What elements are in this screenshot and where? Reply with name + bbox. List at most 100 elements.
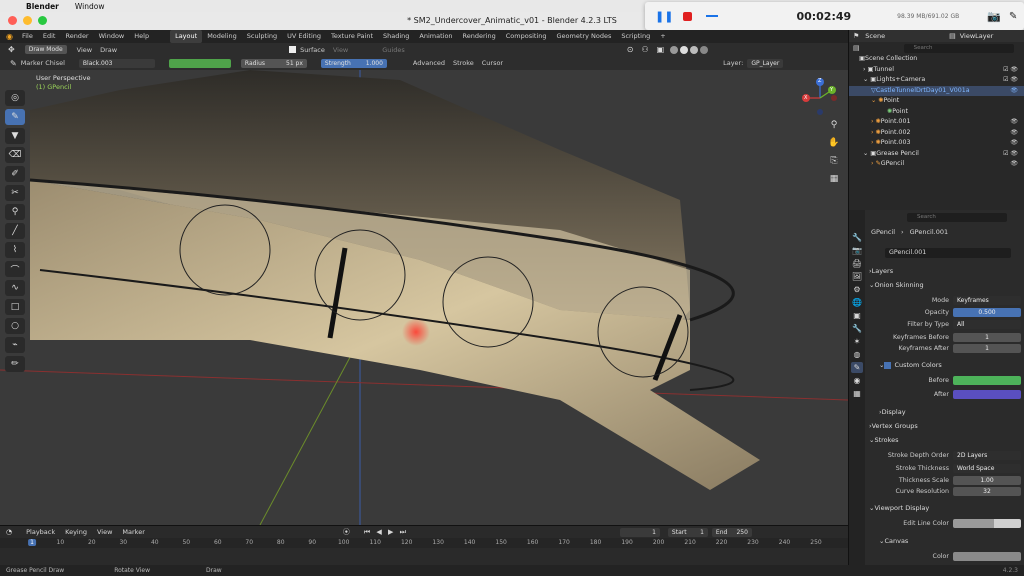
section-layers[interactable]: › Layers — [869, 265, 1023, 277]
curve-tool-icon[interactable]: ∿ — [5, 280, 25, 296]
thickness-scale-field[interactable]: 1.00 — [953, 476, 1021, 485]
playback-menu[interactable]: Playback — [26, 528, 55, 536]
navigation-gizmo[interactable]: Z X Y — [800, 78, 840, 118]
view-layer-select[interactable]: ViewLayer — [960, 32, 994, 40]
stroke-menu[interactable]: Stroke — [453, 59, 474, 67]
end-frame-field[interactable]: End 250 — [711, 527, 752, 537]
frame-ruler[interactable]: 1 10 20 30 40 50 60 70 80 90 100 110 120 130 140 150 160… — [0, 538, 848, 548]
box-tool-icon[interactable]: □ — [5, 299, 25, 315]
custom-colors-header[interactable]: ⌄ Custom Colors — [879, 359, 1024, 371]
minimize-recorder-icon[interactable] — [706, 15, 719, 17]
output-props-icon[interactable]: 🖨 — [851, 258, 863, 269]
pause-icon[interactable]: ❚❚ — [655, 10, 673, 23]
section-viewport-display[interactable]: ⌄ Viewport Display — [869, 502, 1023, 514]
menu-edit[interactable]: Edit — [38, 30, 61, 43]
ortho-grid-icon[interactable]: ▦ — [826, 172, 842, 187]
mac-app-name[interactable]: Blender — [26, 2, 59, 11]
erase-tool-icon[interactable]: ⌫ — [5, 147, 25, 163]
section-display[interactable]: › Display — [879, 406, 1024, 418]
keying-menu[interactable]: Keying — [65, 528, 87, 536]
stroke-thickness-select[interactable]: World Space — [953, 464, 1021, 473]
properties-search-input[interactable]: Search — [907, 212, 1007, 222]
tab-modeling[interactable]: Modeling — [202, 30, 242, 43]
outliner-item-point-data[interactable]: ✺ Point — [849, 107, 1024, 118]
draw-tool-icon[interactable]: ✎ — [5, 109, 25, 125]
keyframes-before-field[interactable]: 1 — [953, 333, 1021, 342]
curve-resolution-field[interactable]: 32 — [953, 487, 1021, 496]
zoom-icon[interactable]: ⚲ — [826, 118, 842, 133]
menu-file[interactable]: File — [17, 30, 38, 43]
close-window-button[interactable] — [8, 16, 17, 25]
camera-icon[interactable]: 📷 — [987, 10, 1001, 23]
start-frame-field[interactable]: Start 1 — [667, 527, 708, 537]
tab-texture-paint[interactable]: Texture Paint — [326, 30, 378, 43]
eyedropper-tool-icon[interactable]: ⚲ — [5, 204, 25, 220]
zoom-window-button[interactable] — [38, 16, 47, 25]
wireframe-shading-icon[interactable] — [670, 45, 679, 54]
canvas-color-swatch[interactable] — [953, 552, 1021, 561]
edit-line-color-swatch[interactable] — [953, 519, 1021, 528]
advanced-menu[interactable]: Advanced — [413, 59, 445, 67]
effects-props-icon[interactable]: ✶ — [851, 336, 863, 347]
brush-icon[interactable]: ✎ — [10, 59, 17, 68]
onion-filter-select[interactable]: All — [953, 320, 1021, 329]
view-layer-props-icon[interactable]: 🖼 — [851, 271, 863, 282]
mode-select[interactable]: Draw Mode — [24, 45, 67, 54]
render-props-icon[interactable]: 📷 — [851, 245, 863, 256]
stop-record-icon[interactable] — [683, 11, 693, 21]
keyframe-area[interactable] — [0, 548, 848, 566]
material-shading-icon[interactable] — [690, 45, 699, 54]
display-mode-icon[interactable]: ▤ — [853, 44, 860, 52]
tab-uv-editing[interactable]: UV Editing — [282, 30, 326, 43]
visibility-eye-icon[interactable]: 👁 — [1010, 117, 1018, 128]
physics-props-icon[interactable]: ◍ — [851, 349, 863, 360]
tab-scripting[interactable]: Scripting — [616, 30, 655, 43]
mac-window-menu[interactable]: Window — [75, 2, 105, 11]
brush-name[interactable]: Marker Chisel — [21, 59, 65, 67]
section-onion-skinning[interactable]: ⌄ Onion Skinning — [869, 279, 1023, 291]
marker-menu[interactable]: Marker — [122, 528, 144, 536]
timeline-editor-icon[interactable]: ◔ — [6, 528, 12, 536]
outliner-item-camera[interactable]: ▽ CastleTunnelDrtDay01_V001a 👁 — [849, 85, 1024, 96]
guides-toggle[interactable]: Guides — [382, 46, 404, 54]
add-workspace-button[interactable]: + — [655, 30, 670, 43]
radius-field[interactable]: Radius 51 px — [240, 58, 307, 68]
section-canvas[interactable]: ⌄ Canvas — [879, 535, 1024, 547]
tint-tool-icon[interactable]: ✐ — [5, 166, 25, 182]
object-props-icon[interactable]: ▣ — [851, 310, 863, 321]
playback-controls[interactable]: ⏮ ◀ ▶ ⏭ — [364, 528, 408, 537]
data-props-icon[interactable]: ✎ — [851, 362, 863, 373]
gizmo-toggle-icon[interactable]: ⊙ — [627, 45, 634, 54]
onion-opacity-slider[interactable]: 0.500 — [953, 308, 1021, 317]
tab-geometry-nodes[interactable]: Geometry Nodes — [552, 30, 617, 43]
material-select[interactable]: Black.003 — [78, 58, 155, 68]
solid-shading-icon[interactable] — [680, 45, 689, 54]
cursor-tool-icon[interactable]: ◎ — [5, 90, 25, 106]
3d-viewport[interactable]: User Perspective (1) GPencil Z X Y — [0, 70, 848, 525]
minimize-window-button[interactable] — [23, 16, 32, 25]
editor-type-icon[interactable]: ✥ — [8, 45, 15, 54]
modifier-props-icon[interactable]: 🔧 — [851, 323, 863, 334]
menu-render[interactable]: Render — [60, 30, 93, 43]
strength-field[interactable]: Strength 1.000 — [320, 58, 387, 68]
stroke-depth-select[interactable]: 2D Layers — [953, 451, 1021, 460]
polyline-tool-icon[interactable]: ⌇ — [5, 242, 25, 258]
rendered-shading-icon[interactable] — [700, 45, 709, 54]
brush-color-swatch[interactable] — [168, 58, 231, 68]
scene-select[interactable]: Scene — [865, 32, 885, 40]
keyframes-after-field[interactable]: 1 — [953, 344, 1021, 353]
after-color-swatch[interactable] — [953, 390, 1021, 399]
surface-checkbox[interactable] — [289, 46, 297, 53]
interpolate-tool-icon[interactable]: ⌁ — [5, 337, 25, 353]
visibility-eye-icon[interactable]: ☑ 👁 — [1003, 65, 1018, 76]
tab-sculpting[interactable]: Sculpting — [242, 30, 282, 43]
tab-rendering[interactable]: Rendering — [458, 30, 501, 43]
custom-colors-checkbox[interactable] — [884, 361, 892, 369]
outliner-item-lights-camera[interactable]: ⌄ ▣ Lights+Camera ☑ 👁 — [849, 75, 1024, 86]
placement-surface[interactable]: Surface — [300, 46, 325, 54]
tab-animation[interactable]: Animation — [414, 30, 457, 43]
edit-icon[interactable]: ✎ — [1009, 11, 1017, 22]
circle-tool-icon[interactable]: ○ — [5, 318, 25, 334]
overlay-toggle-icon[interactable]: ⚇ — [641, 45, 648, 54]
menu-help[interactable]: Help — [129, 30, 154, 43]
